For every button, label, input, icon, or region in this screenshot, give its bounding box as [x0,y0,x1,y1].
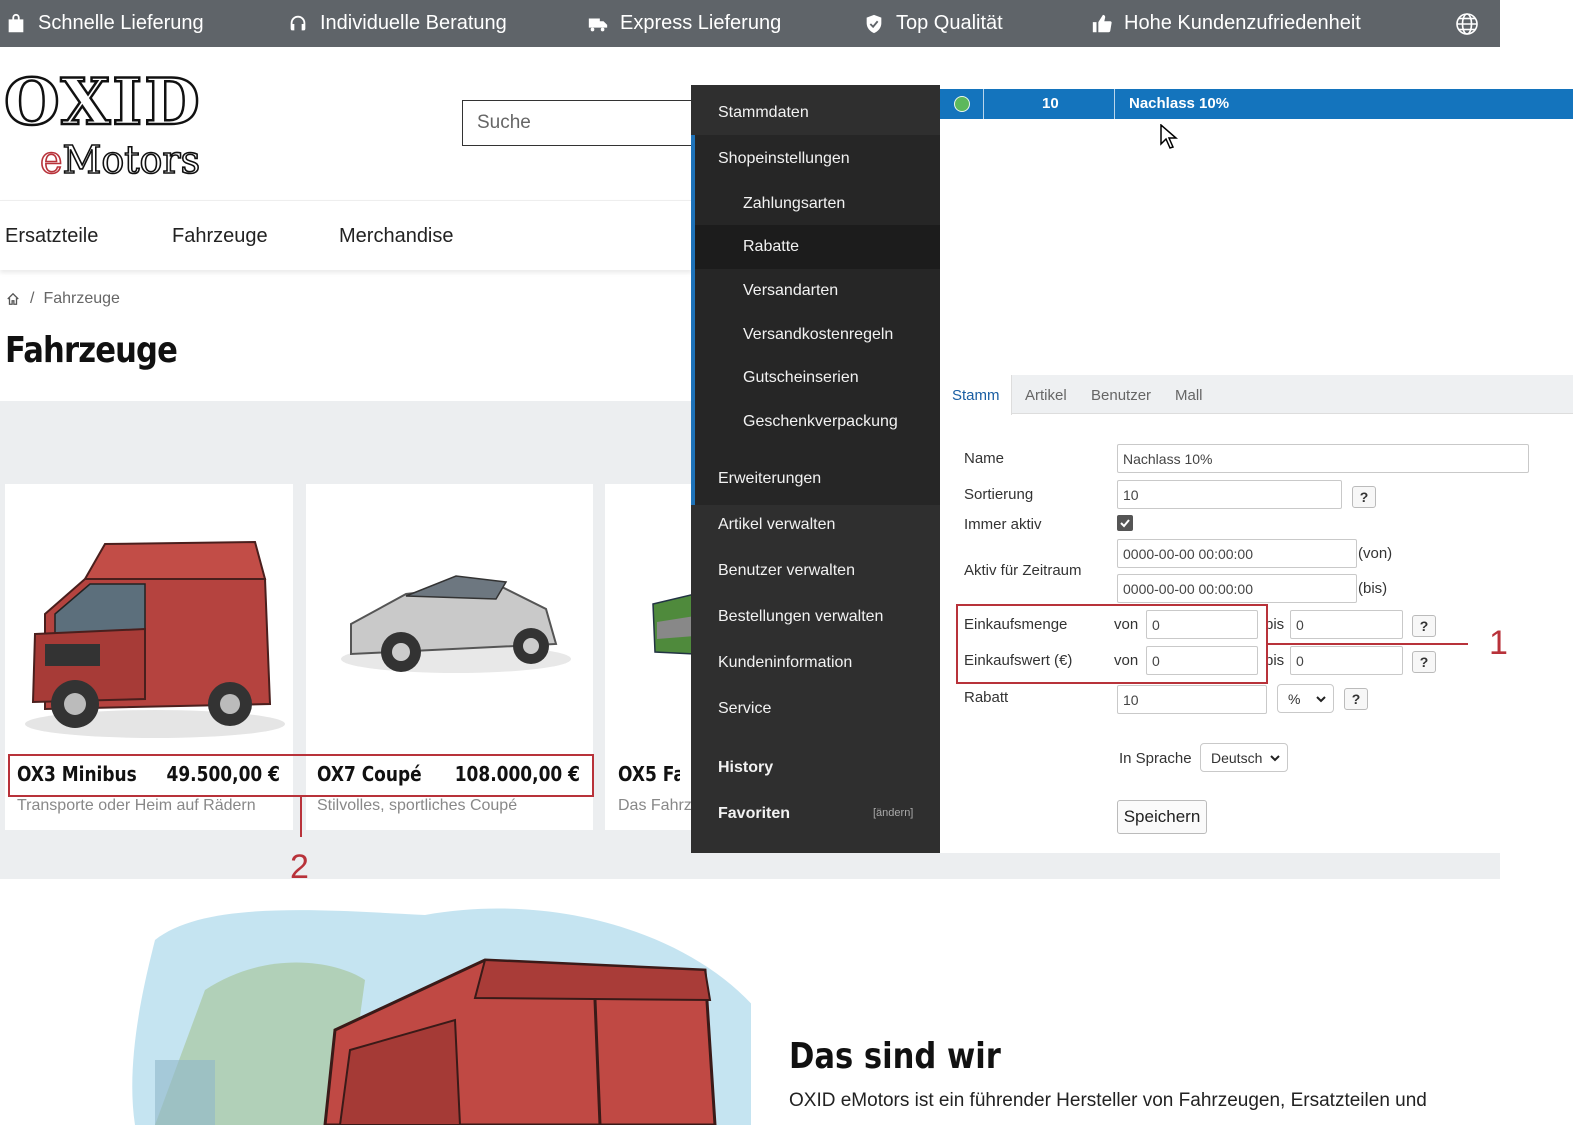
search-input[interactable]: Suche [462,100,702,146]
breadcrumb: / Fahrzeuge [6,290,120,308]
always-active-label: Immer aktiv [964,516,1042,533]
mouse-cursor-icon [1160,124,1178,149]
product-description: Stilvolles, sportliches Coupé [317,797,518,814]
tab-mall[interactable]: Mall [1175,387,1203,404]
always-active-checkbox[interactable] [1117,515,1133,531]
green-car-image [652,593,695,655]
admin-submenu-gutscheinserien[interactable]: Gutscheinserien [743,369,859,387]
callout-box-1 [956,604,1268,684]
topbar-item-consulting: Individuelle Beratung [286,0,507,47]
red-van-image-base [5,484,293,524]
shopping-bag-icon [4,12,28,36]
silver-coupe-image [341,575,571,673]
callout-number-1: 1 [1489,624,1508,662]
sort-label: Sortierung [964,486,1034,503]
admin-submenu-zahlungsarten[interactable]: Zahlungsarten [743,195,845,213]
value-help-button[interactable]: ? [1412,651,1436,673]
discount-label: Rabatt [964,689,1009,706]
admin-submenu-geschenkverpackung[interactable]: Geschenkverpackung [743,413,898,431]
admin-menu-bestellungen[interactable]: Bestellungen verwalten [718,608,883,626]
callout-number-2: 2 [290,848,309,886]
admin-menu-favoriten[interactable]: Favoriten [718,805,790,823]
sort-input[interactable]: 10 [1117,480,1342,509]
nav-item-fahrzeuge[interactable]: Fahrzeuge [172,225,268,248]
callout-box-2 [8,754,594,797]
row-sort-value: 10 [1042,95,1059,112]
chevron-down-icon [1316,696,1326,703]
headset-icon [286,12,310,36]
callout-line-1 [1268,643,1468,645]
topbar-item-quality: Top Qualität [862,0,1003,47]
active-status-icon [954,96,970,112]
truck-icon [586,12,610,36]
language-select[interactable]: Deutsch [1200,743,1288,772]
name-label: Name [964,450,1005,467]
about-text: OXID eMotors ist ein führender Herstelle… [789,1090,1427,1111]
admin-submenu-rabatte[interactable]: Rabatte [743,238,799,256]
period-to-suffix: (bis) [1358,580,1388,597]
discount-unit-select[interactable]: % [1277,684,1334,713]
period-label: Aktiv für Zeitraum [964,562,1082,579]
admin-menu-service[interactable]: Service [718,700,771,718]
admin-menu-stammdaten[interactable]: Stammdaten [718,104,809,122]
home-icon[interactable] [6,292,20,306]
topbar-item-express: Express Lieferung [586,0,781,47]
value-to-input[interactable]: 0 [1290,646,1403,675]
favorites-change-link[interactable]: [ändern] [873,807,913,819]
language-label: In Sprache [1119,750,1192,767]
tab-benutzer[interactable]: Benutzer [1091,387,1151,404]
product-description: Das Fahrz [618,797,691,814]
about-title: Das sind wir [789,1036,1001,1077]
product-description: Transporte oder Heim auf Rädern [17,797,256,814]
amount-to-input[interactable]: 0 [1290,610,1403,639]
callout-line-2 [300,797,302,837]
hero-banner [5,880,873,1125]
admin-submenu-versandarten[interactable]: Versandarten [743,282,838,300]
admin-active-highlight [695,225,940,269]
admin-submenu-versandkostenregeln[interactable]: Versandkostenregeln [743,326,893,344]
top-info-bar: Schnelle Lieferung Individuelle Beratung… [0,0,1500,47]
tab-stamm[interactable]: Stamm [952,387,1000,404]
red-van-image [25,540,285,738]
row-name-value: Nachlass 10% [1129,95,1230,112]
admin-menu-benutzer[interactable]: Benutzer verwalten [718,562,855,580]
admin-menu-artikel[interactable]: Artikel verwalten [718,516,835,534]
admin-menu-history[interactable]: History [718,759,773,777]
admin-submenu-panel [691,135,940,505]
amount-help-button[interactable]: ? [1412,615,1436,637]
product-name[interactable]: OX5 Fam [618,762,680,786]
discount-help-button[interactable]: ? [1344,688,1368,710]
tab-artikel[interactable]: Artikel [1025,387,1067,404]
period-from-suffix: (von) [1358,545,1393,562]
shield-check-icon [862,12,886,36]
page-title: Fahrzeuge [5,330,178,371]
save-button[interactable]: Speichern [1117,800,1207,834]
globe-icon[interactable] [1455,12,1479,36]
admin-menu-erweiterungen[interactable]: Erweiterungen [718,470,821,488]
thumbs-up-icon [1090,12,1114,36]
period-from-input[interactable]: 0000-00-00 00:00:00 [1117,539,1357,568]
sort-help-button[interactable]: ? [1352,486,1376,508]
breadcrumb-current[interactable]: Fahrzeuge [43,290,120,308]
topbar-item-satisfaction: Hohe Kundenzufriedenheit [1090,0,1361,47]
topbar-item-fast-delivery: Schnelle Lieferung [4,0,204,47]
name-input[interactable]: Nachlass 10% [1117,444,1529,473]
admin-menu-shopeinstellungen[interactable]: Shopeinstellungen [718,150,850,168]
nav-item-merchandise[interactable]: Merchandise [339,225,454,248]
admin-menu-kundeninformation[interactable]: Kundeninformation [718,654,852,672]
chevron-down-icon [1270,755,1280,762]
discount-list-row[interactable]: 10 Nachlass 10% [940,89,1573,119]
nav-item-ersatzteile[interactable]: Ersatzteile [5,225,98,248]
discount-input[interactable]: 10 [1117,685,1267,714]
red-van-illustration [132,908,766,1125]
period-to-input[interactable]: 0000-00-00 00:00:00 [1117,574,1357,603]
main-navigation: Ersatzteile Fahrzeuge Merchandise [0,200,692,270]
shop-logo[interactable]: OXID eMotors [3,66,254,183]
admin-sidebar-menu: Stammdaten Shopeinstellungen Zahlungsart… [691,85,940,853]
